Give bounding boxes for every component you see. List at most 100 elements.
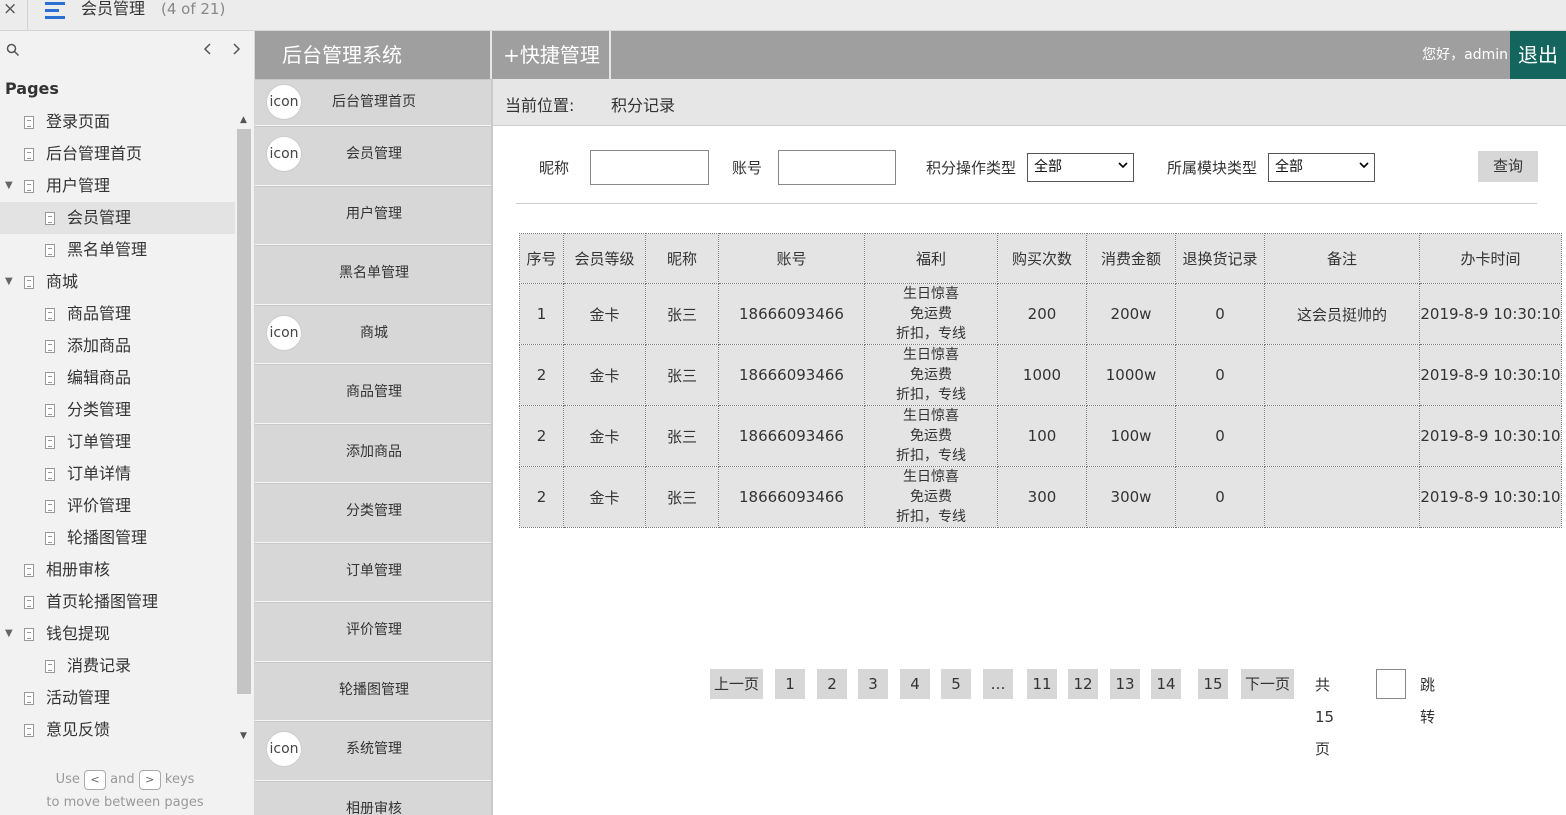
sidebar-item[interactable]: ▼ 钱包提现 <box>0 618 235 650</box>
op-type-select[interactable]: 全部 <box>1027 153 1134 182</box>
table-cell: 这会员挺帅的 <box>1264 283 1420 345</box>
sidebar-item-label: 首页轮播图管理 <box>46 592 159 611</box>
benefit-line: 免运费 <box>910 489 952 505</box>
sidebar-item[interactable]: 分类管理 <box>0 394 235 426</box>
page-icon <box>45 244 55 257</box>
nickname-input[interactable] <box>590 150 709 185</box>
page-button[interactable]: 4 <box>900 669 930 699</box>
nav-item[interactable]: 黑名单管理 <box>255 245 491 305</box>
caret-down-icon[interactable]: ▼ <box>5 266 13 298</box>
sidebar-item[interactable]: 订单详情 <box>0 458 235 490</box>
chevron-right-icon[interactable] <box>231 41 241 60</box>
nav-item[interactable]: 轮播图管理 <box>255 661 491 721</box>
table-header-cell: 办卡时间 <box>1419 233 1562 284</box>
table-header-row: 序号 会员等级 昵称 账号 福利 购买次数 消费金额 退换货记录 备注 办卡时间 <box>519 233 1562 284</box>
query-button[interactable]: 查询 <box>1478 151 1538 182</box>
sidebar-item[interactable]: ▼ 用户管理 <box>0 170 235 202</box>
search-icon[interactable] <box>6 43 22 59</box>
nav-item[interactable]: icon 商城 <box>255 304 491 364</box>
sidebar-item-label: 活动管理 <box>46 688 111 707</box>
admin-app: 后台管理系统 +快捷管理 您好，admin 退出 icon 后台管理首页 icon 会… <box>255 31 1566 815</box>
sidebar-item[interactable]: 轮播图管理 <box>0 522 235 554</box>
table-cell: 金卡 <box>563 405 646 467</box>
table-body: 1 金卡 张三 18666093466 生日惊喜 免运费 折扣，专线 200 200w 0 这会员挺… <box>519 283 1562 528</box>
page-button[interactable]: 14 <box>1151 669 1181 699</box>
account-label: 账号 <box>732 159 763 177</box>
next-page-button[interactable]: 下一页 <box>1241 669 1294 699</box>
sidebar-item-label: 轮播图管理 <box>67 528 148 547</box>
close-icon[interactable]: × <box>3 0 17 18</box>
nav-item[interactable]: 添加商品 <box>255 423 491 483</box>
caret-down-icon[interactable]: ▼ <box>5 618 13 650</box>
table-cell: 100w <box>1086 405 1176 467</box>
nav-item[interactable]: icon 系统管理 <box>255 721 491 781</box>
page-button[interactable]: 12 <box>1068 669 1098 699</box>
sidebar-item[interactable]: 后台管理首页 <box>0 138 235 170</box>
sidebar-item[interactable]: 订单管理 <box>0 426 235 458</box>
table-cell: 2 <box>519 344 564 406</box>
jump-button[interactable]: 跳转 <box>1420 669 1435 733</box>
page-total: 共15页 <box>1315 676 1335 758</box>
page-icon <box>45 532 55 545</box>
sidebar-item[interactable]: 相册审核 <box>0 554 235 586</box>
page-button[interactable]: … <box>983 669 1013 699</box>
top-bar: × 会员管理 (4 of 21) <box>0 0 1566 31</box>
nav-item[interactable]: 分类管理 <box>255 483 491 543</box>
page-jump-input[interactable] <box>1376 669 1406 699</box>
scroll-up-icon[interactable]: ▲ <box>240 115 247 125</box>
table-cell: 金卡 <box>563 344 646 406</box>
table-row: 2 金卡 张三 18666093466 生日惊喜 免运费 折扣，专线 300 300w 0 2019… <box>519 466 1562 528</box>
hint-text: keys <box>164 772 195 787</box>
logout-button[interactable]: 退出 <box>1510 31 1566 79</box>
sidebar-item[interactable]: 意见反馈 <box>0 714 235 746</box>
nav-item[interactable]: 用户管理 <box>255 185 491 245</box>
module-type-select[interactable]: 全部 <box>1268 153 1375 182</box>
nav-item[interactable]: icon 后台管理首页 <box>255 79 491 126</box>
sidebar-item[interactable]: 编辑商品 <box>0 362 235 394</box>
breadcrumb-current: 积分记录 <box>611 96 676 115</box>
scroll-down-icon[interactable]: ▼ <box>240 731 247 741</box>
table-cell: 生日惊喜 免运费 折扣，专线 <box>864 344 998 406</box>
scrollbar-thumb[interactable] <box>237 129 251 694</box>
nav-item[interactable]: 商品管理 <box>255 364 491 424</box>
sidebar-item[interactable]: 会员管理 <box>0 202 235 234</box>
sidebar-item[interactable]: 黑名单管理 <box>0 234 235 266</box>
table-cell <box>1264 344 1420 406</box>
page-title: 会员管理 <box>81 0 146 18</box>
account-input[interactable] <box>778 150 896 185</box>
divider <box>27 0 28 30</box>
sidebar-item[interactable]: 首页轮播图管理 <box>0 586 235 618</box>
prev-page-button[interactable]: 上一页 <box>710 669 763 699</box>
sidebar-item[interactable]: 商品管理 <box>0 298 235 330</box>
table-cell: 生日惊喜 免运费 折扣，专线 <box>864 405 998 467</box>
menu-icon[interactable] <box>45 2 65 19</box>
nav-item[interactable]: 评价管理 <box>255 602 491 662</box>
sidebar-item[interactable]: ▼ 商城 <box>0 266 235 298</box>
page-button[interactable]: 15 <box>1198 669 1228 699</box>
sidebar-item[interactable]: 登录页面 <box>0 106 235 138</box>
page-button[interactable]: 3 <box>858 669 888 699</box>
nav-item[interactable]: 订单管理 <box>255 542 491 602</box>
sidebar-item[interactable]: 添加商品 <box>0 330 235 362</box>
page-button[interactable]: 13 <box>1110 669 1140 699</box>
nav-item[interactable]: icon 会员管理 <box>255 126 491 186</box>
page-icon <box>45 436 55 449</box>
page-icon <box>24 148 34 161</box>
table-cell: 2019-8-9 10:30:10 <box>1419 405 1562 467</box>
sidebar-item[interactable]: 消费记录 <box>0 650 235 682</box>
sidebar-item[interactable]: 活动管理 <box>0 682 235 714</box>
page-button[interactable]: 1 <box>775 669 805 699</box>
sidebar-item[interactable]: 评价管理 <box>0 490 235 522</box>
caret-down-icon[interactable]: ▼ <box>5 170 13 202</box>
scrollbar[interactable]: ▲ ▼ <box>236 115 252 741</box>
quick-manage-button[interactable]: +快捷管理 <box>494 31 611 79</box>
table-row: 1 金卡 张三 18666093466 生日惊喜 免运费 折扣，专线 200 200w 0 这会员挺… <box>519 283 1562 345</box>
page-button[interactable]: 5 <box>941 669 971 699</box>
benefit-line: 折扣，专线 <box>896 326 966 342</box>
table-cell: 金卡 <box>563 466 646 528</box>
page-button[interactable]: 2 <box>817 669 847 699</box>
page-button[interactable]: 11 <box>1027 669 1057 699</box>
chevron-left-icon[interactable] <box>203 41 213 60</box>
table-cell: 18666093466 <box>718 466 865 528</box>
nav-item[interactable]: 相册审核 <box>255 780 491 815</box>
